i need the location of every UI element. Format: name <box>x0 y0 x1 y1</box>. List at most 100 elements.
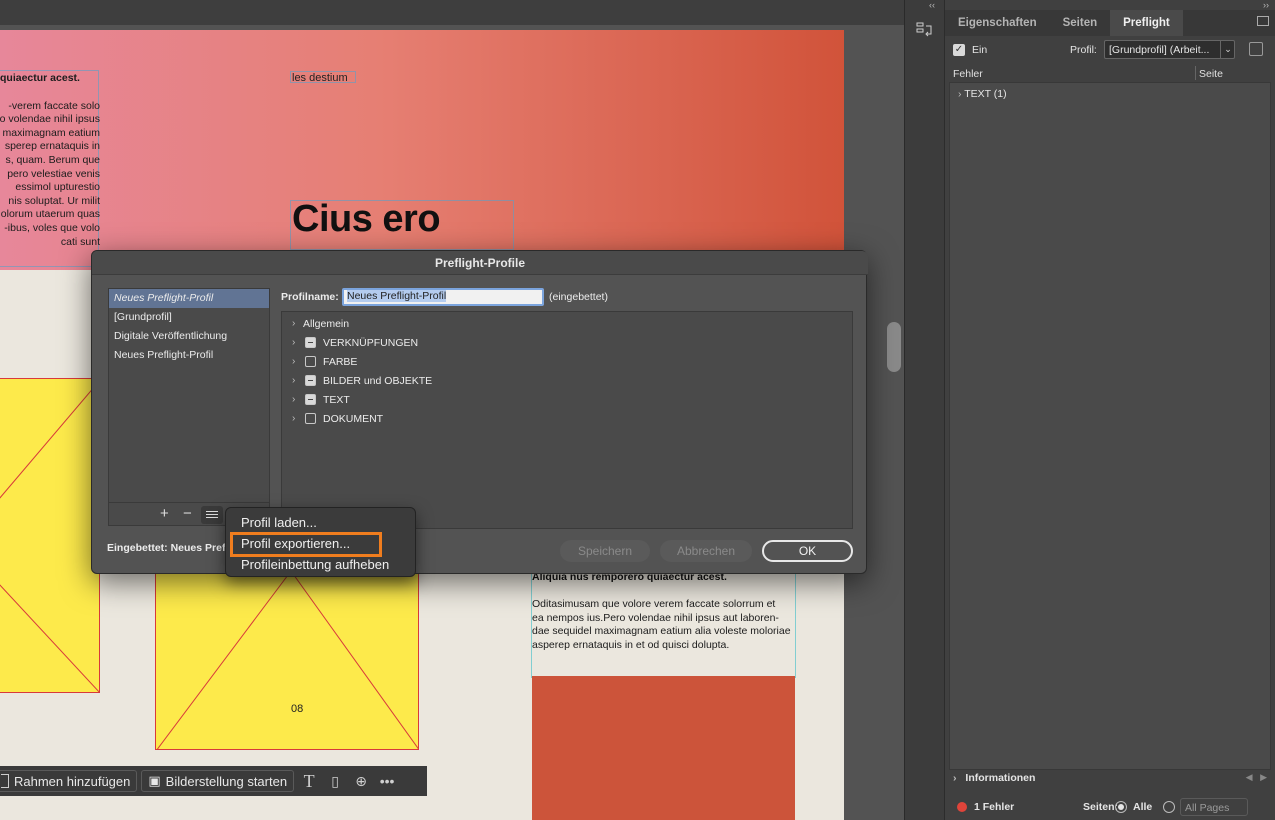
profile-item-new-selected[interactable]: Neues Preflight-Profil <box>109 289 269 308</box>
text-line: essimol upturestio <box>15 181 100 194</box>
text-line: olorum utaerum quas <box>0 208 100 221</box>
tree-item-farbe[interactable]: › FARBE <box>282 353 842 372</box>
chevron-right-icon[interactable]: › <box>292 318 295 329</box>
text-icon[interactable]: T <box>298 770 320 792</box>
chevron-down-icon[interactable]: ⌄ <box>1220 40 1235 59</box>
chevron-right-icon[interactable]: › <box>292 413 295 424</box>
start-image-generation-button[interactable]: ▣ Bilderstellung starten <box>141 770 295 792</box>
image-placeholder-left[interactable] <box>0 378 100 693</box>
column-header-fehler[interactable]: Fehler <box>953 68 983 80</box>
define-profiles-icon[interactable] <box>1249 42 1263 56</box>
contextual-task-bar: Rahmen hinzufügen ▣ Bilderstellung start… <box>0 766 427 796</box>
placeholder-cross-icon <box>0 380 99 692</box>
panel-rail: ‹‹ <box>904 0 944 820</box>
text-line: o volendae nihil ipsus <box>0 113 100 126</box>
more-icon[interactable]: ••• <box>376 770 398 792</box>
chevron-right-icon[interactable]: › <box>958 88 962 100</box>
menu-line <box>206 517 218 518</box>
page-range-select[interactable]: All Pages <box>1180 798 1248 816</box>
tab-seiten[interactable]: Seiten <box>1050 10 1111 36</box>
vertical-scrollbar-thumb[interactable] <box>887 322 901 372</box>
menu-line <box>206 511 218 512</box>
panel-menu-icon[interactable] <box>1257 16 1269 26</box>
text-line: verem faccate solo- <box>8 99 100 112</box>
tree-checkbox[interactable] <box>305 394 316 405</box>
profile-item-basic[interactable]: [Grundprofil] <box>109 308 269 327</box>
tab-preflight[interactable]: Preflight <box>1110 10 1183 36</box>
profile-name-value: Neues Preflight-Profil <box>347 290 447 302</box>
tree-label: DOKUMENT <box>323 413 384 425</box>
tab-eigenschaften[interactable]: Eigenschaften <box>945 10 1050 36</box>
remove-profile-button[interactable]: − <box>183 505 192 522</box>
info-section[interactable]: › Informationen <box>953 772 1271 784</box>
profile-list[interactable]: Neues Preflight-Profil [Grundprofil] Dig… <box>108 288 270 526</box>
tree-item-allgemein[interactable]: › Allgemein <box>282 315 842 334</box>
page-range-value: All Pages <box>1185 802 1230 814</box>
error-count: 1 Fehler <box>974 801 1015 813</box>
ok-button[interactable]: OK <box>762 540 853 562</box>
column-divider[interactable] <box>1195 66 1196 80</box>
tree-checkbox[interactable] <box>305 375 316 386</box>
tree-item-verknuepfungen[interactable]: › VERKNÜPFUNGEN <box>282 334 842 353</box>
radio-all-pages[interactable] <box>1115 801 1127 813</box>
save-button[interactable]: Speichern <box>560 540 650 562</box>
radio-page-range[interactable] <box>1163 801 1175 813</box>
error-list[interactable]: › TEXT (1) <box>949 82 1271 770</box>
preflight-panel: ›› Eigenschaften Seiten Preflight ✓ Ein … <box>944 0 1275 820</box>
error-status-icon <box>957 802 967 812</box>
left-column-text[interactable]: quiaectur acest. verem faccate solo-o vo… <box>0 72 100 249</box>
cancel-button[interactable]: Abbrechen <box>660 540 752 562</box>
add-profile-button[interactable]: + <box>160 505 169 522</box>
error-row-text[interactable]: › TEXT (1) <box>958 88 1007 100</box>
chevron-right-icon[interactable]: › <box>292 375 295 386</box>
error-row-label: TEXT (1) <box>964 88 1007 100</box>
left-column-body: verem faccate solo-o volendae nihil ipsu… <box>0 100 100 250</box>
chevron-right-icon[interactable]: › <box>292 356 295 367</box>
profile-item-digital[interactable]: Digitale Veröffentlichung <box>109 327 269 346</box>
profile-name-input[interactable]: Neues Preflight-Profil <box>342 288 544 306</box>
info-label: Informationen <box>965 772 1036 784</box>
preflight-on-checkbox[interactable]: ✓ <box>953 44 965 56</box>
profile-select[interactable]: [Grundprofil] (Arbeit... <box>1104 40 1235 59</box>
text-line: s, quam. Berum que <box>5 153 100 166</box>
tree-item-text[interactable]: › TEXT <box>282 391 842 410</box>
right-column-body: Oditasimusam que volore verem faccate so… <box>532 598 795 652</box>
profile-item-new[interactable]: Neues Preflight-Profil <box>109 346 269 365</box>
collapse-arrows-icon[interactable]: ‹‹ <box>929 0 935 10</box>
left-column-heading: quiaectur acest. <box>0 72 80 84</box>
text-line: Oditasimusam que volore verem faccate so… <box>532 598 776 610</box>
text-line: ea nempos ius.Pero volendae nihil ipsus … <box>532 611 779 624</box>
menu-item-load-profile[interactable]: Profil laden... <box>241 515 317 530</box>
menu-item-unembed-profile[interactable]: Profileinbettung aufheben <box>241 557 389 572</box>
text-line: ibus, voles que volo- <box>4 221 100 234</box>
add-page-icon[interactable]: ⊕ <box>350 770 372 792</box>
chevron-right-icon[interactable]: › <box>292 337 295 348</box>
tree-checkbox[interactable] <box>305 356 316 367</box>
chevron-right-icon[interactable]: › <box>292 394 295 405</box>
page-number: 08 <box>291 703 304 715</box>
text-line: dae sequidel maximagnam eatium alia vole… <box>532 625 791 638</box>
frame-icon <box>1 774 9 788</box>
page-nav-arrows-icon[interactable]: ◀ ▶ <box>1246 772 1267 783</box>
embedded-suffix: (eingebettet) <box>549 291 608 303</box>
export-highlight-box <box>230 532 382 557</box>
document-tab-bar <box>0 0 904 25</box>
menu-line <box>206 514 218 515</box>
add-frame-button[interactable]: Rahmen hinzufügen <box>0 770 138 792</box>
profile-menu-button[interactable] <box>201 506 223 524</box>
tree-label: VERKNÜPFUNGEN <box>323 337 419 349</box>
expand-arrows-icon[interactable]: ›› <box>1263 0 1269 10</box>
transform-icon[interactable] <box>915 20 935 40</box>
column-header-seite[interactable]: Seite <box>1199 68 1223 80</box>
text-line: maximagnam eatium <box>2 126 100 139</box>
text-line: sperep ernataquis in <box>4 140 100 153</box>
tree-checkbox[interactable] <box>305 413 316 424</box>
page-icon[interactable]: ▯ <box>324 770 346 792</box>
status-row: 1 Fehler Seiten: Alle All Pages <box>953 798 1271 816</box>
chevron-right-icon[interactable]: › <box>953 772 957 784</box>
tree-checkbox[interactable] <box>305 337 316 348</box>
main-heading: Cius ero <box>292 198 441 240</box>
tree-item-dokument[interactable]: › DOKUMENT <box>282 410 842 429</box>
tree-item-bilder[interactable]: › BILDER und OBJEKTE <box>282 372 842 391</box>
red-color-block[interactable] <box>532 676 795 820</box>
